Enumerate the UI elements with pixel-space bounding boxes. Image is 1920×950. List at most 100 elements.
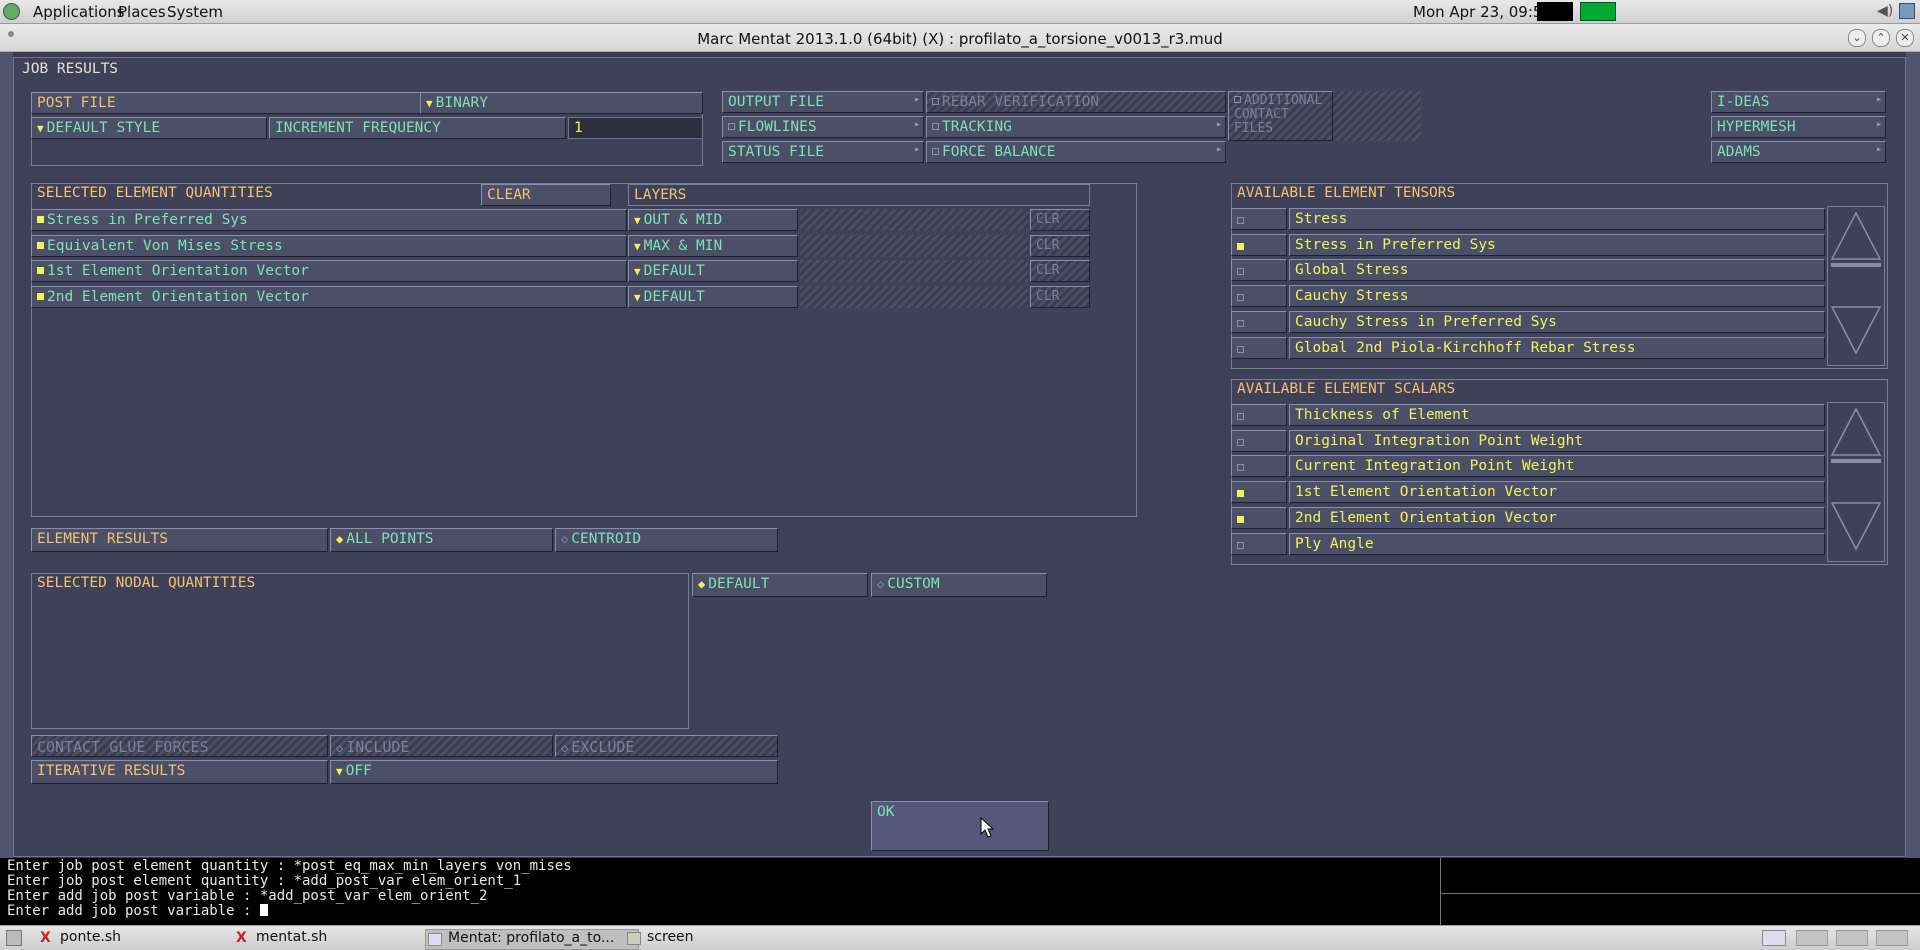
task-ponte[interactable]: Xponte.sh [38,929,240,948]
scalar-list-item[interactable]: Current Integration Point Weight [1289,455,1825,478]
task-mentat-window[interactable]: Mentat: profilato_a_to... [425,929,639,950]
iterative-results-dropdown[interactable]: ▼ OFF [330,760,778,784]
close-icon[interactable]: ✕ [1896,29,1914,47]
list-checkbox[interactable] [1231,310,1287,333]
workspace-4-icon[interactable] [1876,930,1908,946]
clr-button[interactable]: CLR [1030,209,1090,231]
all-points-radio[interactable]: ◆ ALL POINTS [330,528,553,552]
task-label: mentat.sh [256,929,328,945]
task-label: screen [647,929,694,945]
default-style-dropdown[interactable]: ▼ DEFAULT STYLE [31,117,267,139]
ok-button[interactable]: OK [871,801,1049,851]
task-label: Mentat: profilato_a_to... [448,930,615,946]
scalar-list-item[interactable]: 1st Element Orientation Vector [1289,481,1825,504]
tensor-list-item[interactable]: Cauchy Stress [1289,285,1825,308]
terminal-input-line[interactable]: Enter add job post variable : [7,904,1433,919]
list-checkbox[interactable] [1231,233,1287,256]
command-terminal[interactable]: Enter job post element quantity : *post_… [0,858,1440,925]
tensor-list-item[interactable]: Global 2nd Piola-Kirchhoff Rebar Stress [1289,336,1825,359]
scalar-list-item[interactable]: 2nd Element Orientation Vector [1289,506,1825,529]
selected-element-name: Stress in Preferred Sys [47,212,248,228]
minimize-icon[interactable]: ⌄ [1848,29,1866,47]
exclude-radio[interactable]: ◇ EXCLUDE [555,735,778,757]
selected-element-row[interactable]: 2nd Element Orientation Vector [31,285,627,308]
terminal-line: Enter job post element quantity : *post_… [7,858,572,874]
force-balance-button[interactable]: FORCE BALANCE ▸ [926,141,1226,163]
clock[interactable]: Mon Apr 23, 09:55 [1413,3,1552,21]
selected-element-row[interactable]: Equivalent Von Mises Stress [31,234,627,257]
list-checkbox[interactable] [1231,208,1287,230]
list-checkbox[interactable] [1231,404,1287,426]
layer-dropdown[interactable]: ▼ DEFAULT [628,285,798,308]
show-desktop-icon[interactable] [6,930,22,946]
window-titlebar[interactable]: Marc Mentat 2013.1.0 (64bit) (X) : profi… [0,24,1920,52]
output-file-label: OUTPUT FILE [728,94,825,110]
include-radio[interactable]: ◇ INCLUDE [330,735,553,757]
list-checkbox[interactable] [1231,429,1287,452]
tensor-list-item[interactable]: Stress in Preferred Sys [1289,233,1825,256]
workspace-1-icon[interactable] [1762,930,1786,946]
nodal-default-radio[interactable]: ◆ DEFAULT [692,573,868,597]
ideas-button[interactable]: I-DEAS ▸ [1711,91,1886,113]
tensor-list-item[interactable]: Global Stress [1289,259,1825,282]
nodal-custom-radio[interactable]: ◇ CUSTOM [871,573,1047,597]
additional-contact-files-button[interactable]: ADDITIONAL CONTACT FILES [1228,91,1333,141]
tracking-button[interactable]: TRACKING ▸ [926,116,1226,138]
increment-frequency-field[interactable]: 1 [568,117,703,139]
default-style-label: DEFAULT STYLE [46,120,161,136]
menu-applications[interactable]: Applications [33,3,125,21]
output-file-button[interactable]: OUTPUT FILE ▸ [722,91,924,113]
task-mentat[interactable]: Xmentat.sh [234,929,436,948]
list-checkbox[interactable] [1231,259,1287,282]
xterm-icon: X [236,930,247,946]
selected-element-row[interactable]: 1st Element Orientation Vector [31,260,627,282]
volume-icon[interactable]: ◀) [1877,3,1893,19]
contact-glue-forces-label: CONTACT GLUE FORCES [31,735,328,757]
hypermesh-button[interactable]: HYPERMESH ▸ [1711,116,1886,138]
radio-selected-icon: ◆ [336,532,344,546]
tensor-list-item[interactable]: Stress [1289,208,1825,230]
tensor-scrollbar[interactable] [1827,206,1885,366]
adams-button[interactable]: ADAMS ▸ [1711,141,1886,163]
gnome-foot-icon[interactable] [3,3,20,20]
scalar-list-item[interactable]: Ply Angle [1289,532,1825,555]
dropdown-triangle-icon: ▼ [426,97,433,110]
workspace-3-icon[interactable] [1836,930,1868,946]
clear-button[interactable]: CLEAR [481,184,611,206]
scalar-scrollbar[interactable] [1827,402,1885,562]
cpu-monitor-icon[interactable] [1537,2,1573,21]
workspace-2-icon[interactable] [1796,930,1828,946]
clr-button[interactable]: CLR [1030,234,1090,257]
centroid-radio[interactable]: ◇ CENTROID [555,528,778,552]
list-checkbox[interactable] [1231,481,1287,504]
rebar-verification-button[interactable]: REBAR VERIFICATION [926,91,1226,113]
checked-icon [1237,515,1244,523]
list-checkbox[interactable] [1231,455,1287,478]
clr-button[interactable]: CLR [1030,260,1090,282]
notification-icon[interactable] [1899,3,1915,19]
list-checkbox[interactable] [1231,336,1287,359]
menu-system[interactable]: System [167,3,223,21]
list-checkbox[interactable] [1231,532,1287,555]
network-monitor-icon[interactable] [1580,2,1616,21]
task-screen[interactable]: screen [625,929,797,948]
maximize-icon[interactable]: ⌃ [1872,29,1890,47]
status-file-button[interactable]: STATUS FILE ▸ [722,141,924,163]
selected-nodal-quantities-title: SELECTED NODAL QUANTITIES [37,575,256,591]
layer-dropdown[interactable]: ▼ MAX & MIN [628,234,798,257]
layer-dropdown[interactable]: ▼ OUT & MID [628,209,798,231]
layer-field-disabled [800,285,1028,308]
menu-places[interactable]: Places [118,3,166,21]
post-file-dropdown[interactable]: ▼ BINARY [420,92,703,114]
scalar-list-item[interactable]: Thickness of Element [1289,404,1825,426]
flowlines-button[interactable]: FLOWLINES ▸ [722,116,924,138]
scalar-list-item[interactable]: Original Integration Point Weight [1289,429,1825,452]
list-checkbox[interactable] [1231,506,1287,529]
clr-button[interactable]: CLR [1030,285,1090,308]
list-checkbox[interactable] [1231,285,1287,308]
tensor-list-item[interactable]: Cauchy Stress in Preferred Sys [1289,310,1825,333]
iterative-results-value: OFF [345,763,372,779]
selected-element-row[interactable]: Stress in Preferred Sys [31,209,627,231]
layer-dropdown[interactable]: ▼ DEFAULT [628,260,798,282]
submenu-arrow-icon: ▸ [913,94,920,105]
